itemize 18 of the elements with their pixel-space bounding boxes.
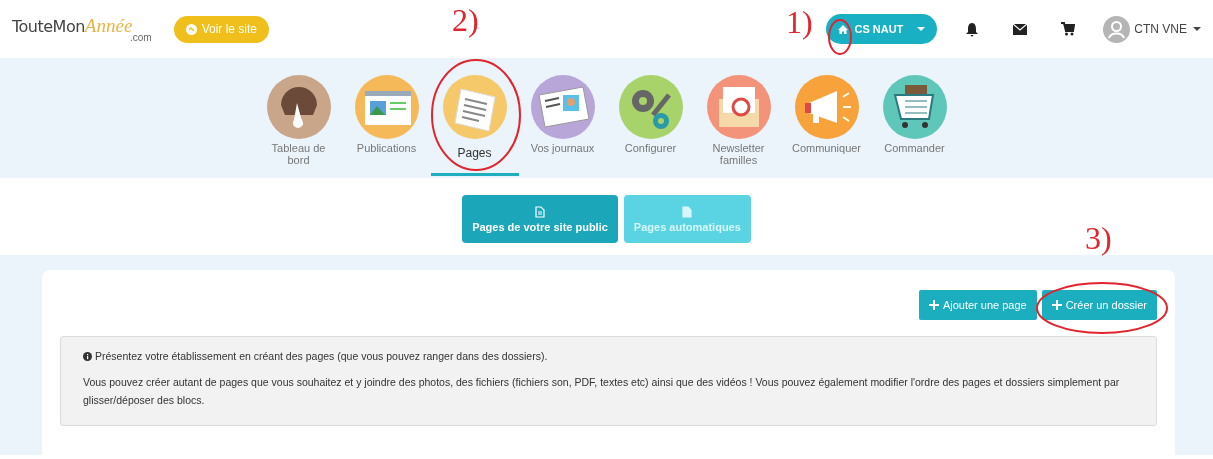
nav-tab[interactable]: Publications bbox=[342, 58, 431, 176]
nav-tab[interactable]: Communiquer bbox=[782, 58, 871, 176]
nav-tab[interactable]: Pages bbox=[430, 58, 519, 176]
school-menu-button[interactable]: CS NAUT bbox=[826, 14, 938, 44]
nav-tab[interactable]: Vos journaux bbox=[518, 58, 607, 176]
nav-tab[interactable]: Newsletter familles bbox=[694, 58, 783, 176]
annotation-label: 2) bbox=[452, 4, 479, 36]
nav-tab[interactable]: Tableau de bord bbox=[254, 58, 343, 176]
nav-tab[interactable]: Commander bbox=[870, 58, 959, 176]
action-button[interactable]: Créer un dossier bbox=[1041, 290, 1157, 320]
annotation-label: 3) bbox=[1085, 222, 1112, 254]
user-menu-button[interactable]: CTN VNE bbox=[1103, 15, 1201, 43]
info-text: Vous pouvez créer autant de pages que vous souhaitez et y joindre des photos, des fichiers (fichiers son, PDF, textes etc) ainsi que des vidéos ! Vous pouvez également modifier l'ordre des pages et dossiers simplement par glisser/déposer des blocs. bbox=[83, 375, 1121, 408]
annotation-label: 1) bbox=[786, 6, 813, 38]
page-tab[interactable]: Pages de votre site public bbox=[462, 195, 618, 243]
action-button[interactable]: Ajouter une page bbox=[918, 290, 1037, 320]
nav-tab[interactable]: Configurer bbox=[606, 58, 695, 176]
info-text: Présentez votre établissement en créant des pages (que vous pouvez ranger dans des dossiers). bbox=[95, 349, 548, 364]
